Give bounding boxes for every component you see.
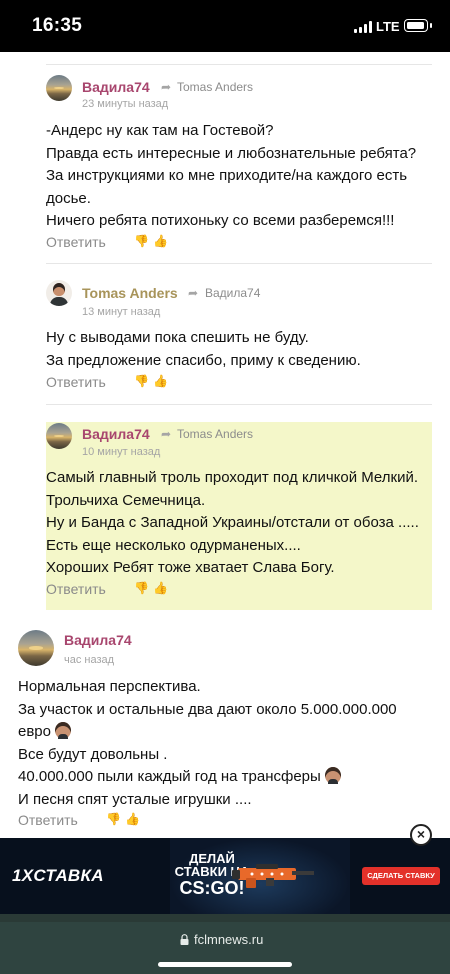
- comment-line-with-emoji: 40.000.000 пыли каждый год на трансферы: [18, 766, 397, 789]
- ad-banner[interactable]: 1XСТАВКА ДЕЛАЙ СТАВКИ НА CS:GO! СДЕЛАТЬ …: [0, 838, 450, 914]
- rifle-icon: [232, 864, 314, 888]
- comment: Вадила74 час назад Нормальная перспектив…: [0, 52, 450, 838]
- signal-icon: [354, 21, 372, 33]
- comment-line: Все будут довольны .: [18, 745, 168, 763]
- url-text[interactable]: fclmnews.ru: [194, 932, 263, 947]
- face-emoji-icon: [324, 767, 341, 784]
- network-type: LTE: [376, 19, 400, 34]
- comment-line: За участок и остальные два дают около 5.…: [18, 700, 397, 718]
- thumbs-up-icon[interactable]: 👍: [125, 812, 140, 826]
- close-ad-button[interactable]: ×: [410, 824, 432, 846]
- battery-icon: [404, 19, 432, 32]
- place-bet-button[interactable]: СДЕЛАТЬ СТАВКУ: [362, 867, 440, 885]
- comment-line-with-emoji: евро: [18, 721, 397, 744]
- status-bar: 16:35 LTE: [0, 0, 450, 52]
- comment-line: И песня спят усталые игрушки ....: [18, 790, 252, 808]
- comment-text: Нормальная перспектива. За участок и ост…: [18, 676, 397, 811]
- thumbs-down-icon[interactable]: 👎: [106, 812, 121, 826]
- status-time: 16:35: [32, 15, 83, 36]
- ad-brand-logo: 1XСТАВКА: [12, 866, 104, 885]
- browser-url-bar[interactable]: fclmnews.ru: [0, 922, 450, 974]
- comment-line: 40.000.000 пыли каждый год на трансферы: [18, 768, 321, 785]
- face-emoji-icon: [55, 722, 71, 739]
- comment-line: Нормальная перспектива.: [18, 678, 201, 695]
- comment-line: евро: [18, 723, 51, 740]
- reply-button[interactable]: Ответить: [18, 812, 78, 828]
- home-indicator[interactable]: [158, 962, 292, 967]
- lock-icon: [180, 934, 189, 945]
- avatar[interactable]: [18, 630, 54, 666]
- comment-time: час назад: [64, 654, 115, 666]
- comments-page: Вадила74 ➦ Tomas Anders 23 минуты назад …: [0, 52, 450, 838]
- page-strip: [0, 914, 450, 922]
- comment-author[interactable]: Вадила74: [64, 632, 132, 648]
